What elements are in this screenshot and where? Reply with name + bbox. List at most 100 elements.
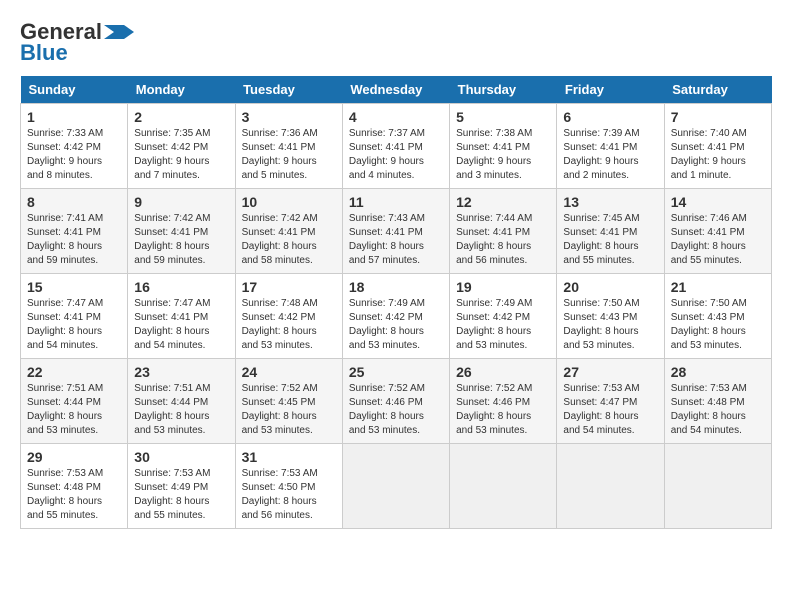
- day-info: Sunrise: 7:42 AMSunset: 4:41 PMDaylight:…: [242, 212, 336, 268]
- day-info: Sunrise: 7:53 AMSunset: 4:50 PMDaylight:…: [242, 467, 336, 523]
- day-number: 16: [134, 279, 228, 295]
- day-info: Sunrise: 7:44 AMSunset: 4:41 PMDaylight:…: [456, 212, 550, 268]
- day-info: Sunrise: 7:37 AMSunset: 4:41 PMDaylight:…: [349, 127, 443, 183]
- calendar-cell: [450, 444, 557, 529]
- day-info: Sunrise: 7:46 AMSunset: 4:41 PMDaylight:…: [671, 212, 765, 268]
- calendar-cell: 17 Sunrise: 7:48 AMSunset: 4:42 PMDayligh…: [235, 274, 342, 359]
- calendar-week-row: 15 Sunrise: 7:47 AMSunset: 4:41 PMDayligh…: [21, 274, 772, 359]
- day-number: 14: [671, 194, 765, 210]
- calendar-cell: 25 Sunrise: 7:52 AMSunset: 4:46 PMDayligh…: [342, 359, 449, 444]
- day-info: Sunrise: 7:48 AMSunset: 4:42 PMDaylight:…: [242, 297, 336, 353]
- calendar-cell: 4 Sunrise: 7:37 AMSunset: 4:41 PMDaylight…: [342, 104, 449, 189]
- calendar-cell: 11 Sunrise: 7:43 AMSunset: 4:41 PMDayligh…: [342, 189, 449, 274]
- day-number: 12: [456, 194, 550, 210]
- day-number: 7: [671, 109, 765, 125]
- day-number: 28: [671, 364, 765, 380]
- calendar-cell: 31 Sunrise: 7:53 AMSunset: 4:50 PMDayligh…: [235, 444, 342, 529]
- day-info: Sunrise: 7:53 AMSunset: 4:47 PMDaylight:…: [563, 382, 657, 438]
- day-number: 9: [134, 194, 228, 210]
- weekday-header: Sunday: [21, 76, 128, 104]
- day-number: 13: [563, 194, 657, 210]
- day-number: 11: [349, 194, 443, 210]
- weekday-header: Saturday: [664, 76, 771, 104]
- day-number: 15: [27, 279, 121, 295]
- calendar-cell: 28 Sunrise: 7:53 AMSunset: 4:48 PMDayligh…: [664, 359, 771, 444]
- day-number: 20: [563, 279, 657, 295]
- day-number: 17: [242, 279, 336, 295]
- day-number: 22: [27, 364, 121, 380]
- calendar-cell: 14 Sunrise: 7:46 AMSunset: 4:41 PMDayligh…: [664, 189, 771, 274]
- calendar-week-row: 8 Sunrise: 7:41 AMSunset: 4:41 PMDaylight…: [21, 189, 772, 274]
- day-info: Sunrise: 7:51 AMSunset: 4:44 PMDaylight:…: [134, 382, 228, 438]
- day-number: 10: [242, 194, 336, 210]
- day-info: Sunrise: 7:52 AMSunset: 4:46 PMDaylight:…: [456, 382, 550, 438]
- day-number: 31: [242, 449, 336, 465]
- calendar-cell: 12 Sunrise: 7:44 AMSunset: 4:41 PMDayligh…: [450, 189, 557, 274]
- calendar-cell: 23Sunrise: 7:51 AMSunset: 4:44 PMDayligh…: [128, 359, 235, 444]
- calendar-week-row: 1Sunrise: 7:33 AMSunset: 4:42 PMDaylight…: [21, 104, 772, 189]
- calendar-week-row: 29Sunrise: 7:53 AMSunset: 4:48 PMDayligh…: [21, 444, 772, 529]
- calendar-cell: 27 Sunrise: 7:53 AMSunset: 4:47 PMDayligh…: [557, 359, 664, 444]
- day-number: 25: [349, 364, 443, 380]
- day-info: Sunrise: 7:50 AMSunset: 4:43 PMDaylight:…: [563, 297, 657, 353]
- weekday-header: Thursday: [450, 76, 557, 104]
- day-info: Sunrise: 7:50 AMSunset: 4:43 PMDaylight:…: [671, 297, 765, 353]
- day-info: Sunrise: 7:52 AMSunset: 4:46 PMDaylight:…: [349, 382, 443, 438]
- weekday-header: Friday: [557, 76, 664, 104]
- calendar-cell: [342, 444, 449, 529]
- logo-blue: Blue: [20, 40, 68, 66]
- calendar-cell: 6Sunrise: 7:39 AMSunset: 4:41 PMDaylight…: [557, 104, 664, 189]
- calendar-cell: 21 Sunrise: 7:50 AMSunset: 4:43 PMDayligh…: [664, 274, 771, 359]
- day-number: 26: [456, 364, 550, 380]
- logo: General Blue: [20, 20, 134, 66]
- weekday-header: Tuesday: [235, 76, 342, 104]
- calendar-cell: 20 Sunrise: 7:50 AMSunset: 4:43 PMDayligh…: [557, 274, 664, 359]
- day-number: 21: [671, 279, 765, 295]
- day-number: 2: [134, 109, 228, 125]
- day-number: 6: [563, 109, 657, 125]
- day-info: Sunrise: 7:53 AMSunset: 4:48 PMDaylight:…: [671, 382, 765, 438]
- day-info: Sunrise: 7:49 AMSunset: 4:42 PMDaylight:…: [456, 297, 550, 353]
- day-info: Sunrise: 7:38 AMSunset: 4:41 PMDaylight:…: [456, 127, 550, 183]
- calendar-cell: [557, 444, 664, 529]
- day-number: 18: [349, 279, 443, 295]
- day-number: 3: [242, 109, 336, 125]
- calendar-week-row: 22 Sunrise: 7:51 AMSunset: 4:44 PMDayligh…: [21, 359, 772, 444]
- calendar-cell: 8 Sunrise: 7:41 AMSunset: 4:41 PMDaylight…: [21, 189, 128, 274]
- calendar-cell: 10 Sunrise: 7:42 AMSunset: 4:41 PMDayligh…: [235, 189, 342, 274]
- calendar-cell: 5 Sunrise: 7:38 AMSunset: 4:41 PMDaylight…: [450, 104, 557, 189]
- day-info: Sunrise: 7:41 AMSunset: 4:41 PMDaylight:…: [27, 212, 121, 268]
- calendar-cell: 16 Sunrise: 7:47 AMSunset: 4:41 PMDayligh…: [128, 274, 235, 359]
- calendar-table: SundayMondayTuesdayWednesdayThursdayFrid…: [20, 76, 772, 529]
- day-number: 5: [456, 109, 550, 125]
- day-info: Sunrise: 7:42 AMSunset: 4:41 PMDaylight:…: [134, 212, 228, 268]
- calendar-cell: [664, 444, 771, 529]
- calendar-cell: 9 Sunrise: 7:42 AMSunset: 4:41 PMDaylight…: [128, 189, 235, 274]
- day-number: 30: [134, 449, 228, 465]
- day-info: Sunrise: 7:43 AMSunset: 4:41 PMDaylight:…: [349, 212, 443, 268]
- day-number: 24: [242, 364, 336, 380]
- day-info: Sunrise: 7:36 AMSunset: 4:41 PMDaylight:…: [242, 127, 336, 183]
- day-info: Sunrise: 7:51 AMSunset: 4:44 PMDaylight:…: [27, 382, 121, 438]
- calendar-header-row: SundayMondayTuesdayWednesdayThursdayFrid…: [21, 76, 772, 104]
- day-info: Sunrise: 7:35 AMSunset: 4:42 PMDaylight:…: [134, 127, 228, 183]
- day-info: Sunrise: 7:53 AMSunset: 4:49 PMDaylight:…: [134, 467, 228, 523]
- day-number: 19: [456, 279, 550, 295]
- day-number: 8: [27, 194, 121, 210]
- day-info: Sunrise: 7:47 AMSunset: 4:41 PMDaylight:…: [134, 297, 228, 353]
- calendar-cell: 29Sunrise: 7:53 AMSunset: 4:48 PMDayligh…: [21, 444, 128, 529]
- day-number: 1: [27, 109, 121, 125]
- day-info: Sunrise: 7:49 AMSunset: 4:42 PMDaylight:…: [349, 297, 443, 353]
- day-number: 27: [563, 364, 657, 380]
- day-info: Sunrise: 7:52 AMSunset: 4:45 PMDaylight:…: [242, 382, 336, 438]
- calendar-cell: 13Sunrise: 7:45 AMSunset: 4:41 PMDayligh…: [557, 189, 664, 274]
- calendar-cell: 2 Sunrise: 7:35 AMSunset: 4:42 PMDaylight…: [128, 104, 235, 189]
- page-header: General Blue: [20, 20, 772, 66]
- calendar-cell: 18 Sunrise: 7:49 AMSunset: 4:42 PMDayligh…: [342, 274, 449, 359]
- day-info: Sunrise: 7:53 AMSunset: 4:48 PMDaylight:…: [27, 467, 121, 523]
- weekday-header: Wednesday: [342, 76, 449, 104]
- day-info: Sunrise: 7:40 AMSunset: 4:41 PMDaylight:…: [671, 127, 765, 183]
- calendar-cell: 30 Sunrise: 7:53 AMSunset: 4:49 PMDayligh…: [128, 444, 235, 529]
- calendar-cell: 3 Sunrise: 7:36 AMSunset: 4:41 PMDaylight…: [235, 104, 342, 189]
- day-number: 4: [349, 109, 443, 125]
